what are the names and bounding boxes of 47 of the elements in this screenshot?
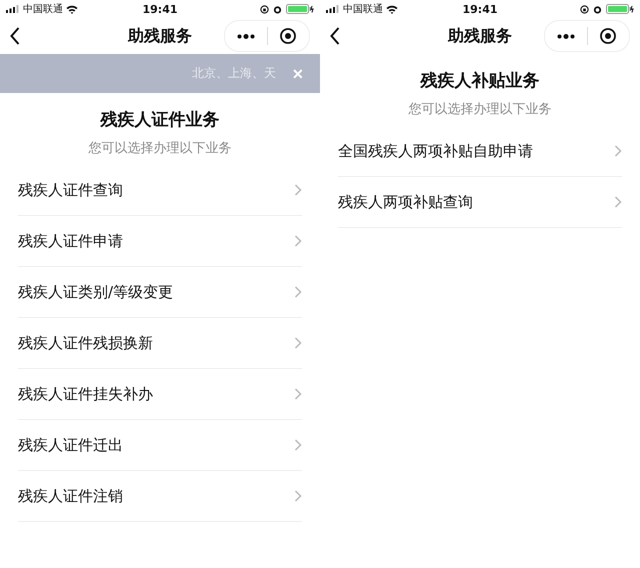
- more-icon: [556, 34, 575, 38]
- service-item[interactable]: 残疾人证件申请: [18, 216, 302, 267]
- section-subtitle: 您可以选择办理以下业务: [88, 140, 232, 157]
- service-item[interactable]: 残疾人证件残损换新: [18, 318, 302, 369]
- chevron-right-icon: [614, 196, 622, 208]
- alarm-icon: [273, 4, 282, 14]
- chevron-right-icon: [294, 490, 302, 502]
- service-item[interactable]: 残疾人证件查询: [18, 165, 302, 216]
- target-icon: [600, 28, 616, 44]
- service-item[interactable]: 残疾人证类别/等级变更: [18, 267, 302, 318]
- chevron-right-icon: [294, 184, 302, 196]
- section-title: 残疾人补贴业务: [420, 70, 540, 92]
- back-button[interactable]: [10, 27, 20, 45]
- wifi-icon: [66, 4, 78, 14]
- chevron-right-icon: [614, 145, 622, 157]
- service-item[interactable]: 残疾人证件注销: [18, 471, 302, 522]
- banner-text: 北京、上海、天: [192, 65, 276, 82]
- signal-icon: [326, 5, 340, 13]
- service-item[interactable]: 全国残疾人两项补贴自助申请: [338, 126, 622, 177]
- service-item[interactable]: 残疾人证件挂失补办: [18, 369, 302, 420]
- chevron-right-icon: [294, 388, 302, 400]
- status-time: 19:41: [142, 2, 178, 16]
- carrier-name: 中国联通: [23, 2, 63, 16]
- wifi-icon: [386, 4, 398, 14]
- target-icon: [280, 28, 296, 44]
- page-title: 助残服务: [128, 26, 192, 46]
- back-button[interactable]: [330, 27, 340, 45]
- signal-icon: [6, 5, 20, 13]
- service-item[interactable]: 残疾人两项补贴查询: [338, 177, 622, 228]
- alarm-icon: [593, 4, 602, 14]
- chevron-right-icon: [294, 235, 302, 247]
- battery-icon: [606, 4, 634, 14]
- rotation-lock-icon: [580, 4, 589, 14]
- section-subtitle: 您可以选择办理以下业务: [408, 101, 552, 118]
- service-item[interactable]: 残疾人证件迁出: [18, 420, 302, 471]
- chevron-right-icon: [294, 286, 302, 298]
- chevron-right-icon: [294, 439, 302, 451]
- chevron-right-icon: [294, 337, 302, 349]
- back-icon: [330, 27, 340, 45]
- battery-icon: [286, 4, 314, 14]
- more-icon: [236, 34, 255, 38]
- status-time: 19:41: [462, 2, 498, 16]
- section-title: 残疾人证件业务: [100, 109, 220, 131]
- back-icon: [10, 27, 20, 45]
- page-title: 助残服务: [448, 26, 512, 46]
- rotation-lock-icon: [260, 4, 269, 14]
- carrier-name: 中国联通: [343, 2, 383, 16]
